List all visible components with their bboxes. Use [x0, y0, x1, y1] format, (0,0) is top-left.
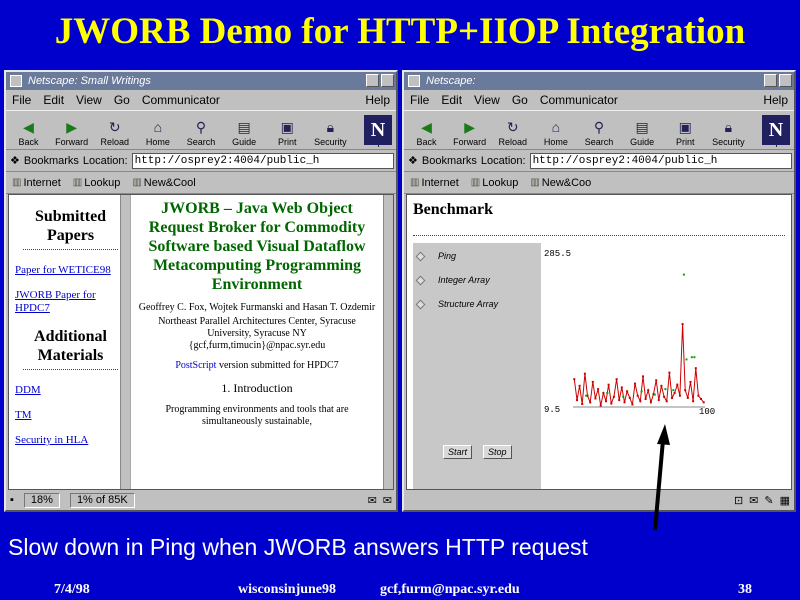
footer-email: gcf,furm@npac.syr.edu — [380, 582, 520, 597]
footer-talk: wisconsinjune98 — [238, 582, 337, 597]
footer-date: 7/4/98 — [54, 582, 90, 597]
footer-page: 38 — [738, 582, 752, 597]
slide-caption: Slow down in Ping when JWORB answers HTT… — [8, 534, 588, 560]
slide-footer: 7/4/98 wisconsinjune98 gcf,furm@npac.syr… — [0, 580, 800, 600]
annotation-arrow — [653, 424, 670, 531]
